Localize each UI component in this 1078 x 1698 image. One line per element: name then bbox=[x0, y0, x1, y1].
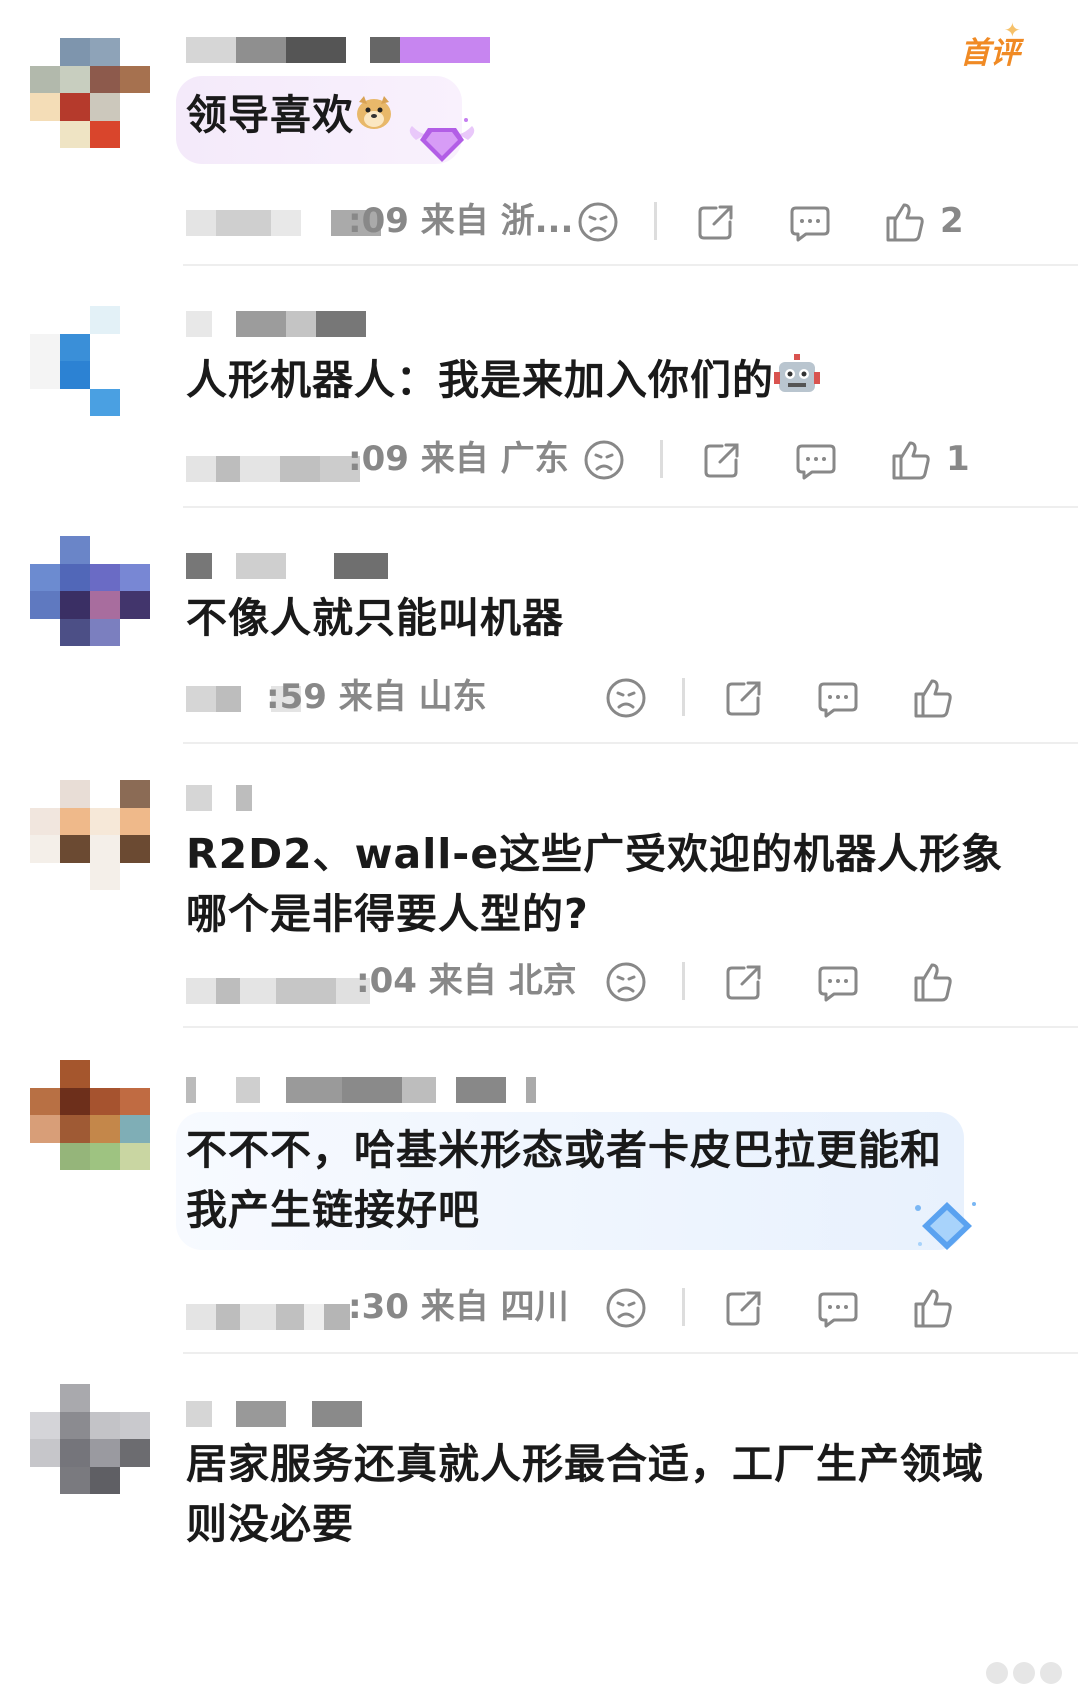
dislike-icon[interactable] bbox=[604, 960, 648, 1004]
like-icon[interactable] bbox=[910, 960, 954, 1004]
timestamp-blurred bbox=[186, 1304, 350, 1330]
username-blurred[interactable] bbox=[186, 1400, 362, 1428]
reply-icon[interactable] bbox=[816, 1286, 860, 1330]
comment-text: 不像人就只能叫机器 bbox=[186, 594, 564, 642]
reply-icon[interactable] bbox=[816, 960, 860, 1004]
diamond-badge-icon bbox=[912, 1196, 982, 1258]
doge-emoji bbox=[354, 88, 394, 148]
username-blurred[interactable] bbox=[186, 1076, 536, 1104]
comment-text: 居家服务还真就人形最合适，工厂生产领域 则没必要 bbox=[186, 1440, 984, 1548]
watermark bbox=[986, 1662, 1062, 1684]
reply-icon[interactable] bbox=[816, 676, 860, 720]
like-icon[interactable] bbox=[882, 200, 926, 244]
timestamp-blurred bbox=[186, 978, 370, 1004]
comment-text: 领导喜欢 bbox=[186, 85, 394, 148]
timestamp: :09 来自 广东 bbox=[348, 439, 569, 479]
share-icon[interactable] bbox=[694, 200, 738, 244]
dislike-icon[interactable] bbox=[582, 438, 626, 482]
comment-meta: :04 来自 北京 bbox=[186, 956, 1056, 1006]
comment-meta: :09 来自 浙... 2 bbox=[186, 196, 1056, 246]
share-icon[interactable] bbox=[700, 438, 744, 482]
timestamp: :09 来自 浙... bbox=[348, 201, 574, 241]
reply-icon[interactable] bbox=[794, 438, 838, 482]
avatar[interactable] bbox=[30, 38, 150, 148]
timestamp-blurred bbox=[186, 456, 360, 482]
avatar[interactable] bbox=[30, 780, 150, 890]
comment-text: 不不不，哈基米形态或者卡皮巴拉更能和 我产生链接好吧 bbox=[186, 1126, 942, 1234]
divider bbox=[183, 1026, 1078, 1028]
like-icon[interactable] bbox=[910, 676, 954, 720]
divider bbox=[183, 506, 1078, 508]
comment-meta: :30 来自 四川 bbox=[186, 1282, 1056, 1332]
timestamp: :30 来自 四川 bbox=[348, 1287, 569, 1327]
avatar[interactable] bbox=[30, 306, 150, 416]
share-icon[interactable] bbox=[722, 1286, 766, 1330]
comment-text: 人形机器人：我是来加入你们的 bbox=[186, 350, 820, 414]
divider bbox=[682, 678, 685, 716]
comment-text: R2D2、wall-e这些广受欢迎的机器人形象 哪个是非得要人型的? bbox=[186, 830, 1004, 938]
dislike-icon[interactable] bbox=[604, 676, 648, 720]
dislike-icon[interactable] bbox=[576, 200, 620, 244]
username-blurred[interactable] bbox=[186, 784, 252, 812]
divider bbox=[654, 202, 657, 240]
timestamp: :59 来自 山东 bbox=[266, 677, 487, 717]
username-blurred[interactable] bbox=[186, 310, 366, 338]
first-comment-badge: 首评 ✦ bbox=[960, 18, 1021, 71]
divider bbox=[183, 1352, 1078, 1354]
avatar[interactable] bbox=[30, 1384, 150, 1494]
divider bbox=[682, 962, 685, 1000]
avatar[interactable] bbox=[30, 1060, 150, 1170]
reply-icon[interactable] bbox=[788, 200, 832, 244]
like-icon[interactable] bbox=[888, 438, 932, 482]
like-icon[interactable] bbox=[910, 1286, 954, 1330]
share-icon[interactable] bbox=[722, 960, 766, 1004]
username-blurred[interactable] bbox=[186, 36, 490, 64]
like-count: 1 bbox=[946, 439, 970, 479]
comment-meta: :59 来自 山东 bbox=[186, 672, 1056, 722]
robot-emoji bbox=[774, 352, 820, 414]
avatar[interactable] bbox=[30, 536, 150, 646]
like-count: 2 bbox=[940, 201, 964, 241]
timestamp: :04 来自 北京 bbox=[356, 961, 577, 1001]
divider bbox=[660, 440, 663, 478]
dislike-icon[interactable] bbox=[604, 1286, 648, 1330]
comment-meta: :09 来自 广东 1 bbox=[186, 434, 1056, 484]
diamond-badge-icon bbox=[406, 112, 478, 172]
divider bbox=[682, 1288, 685, 1326]
divider bbox=[183, 742, 1078, 744]
share-icon[interactable] bbox=[722, 676, 766, 720]
username-blurred[interactable] bbox=[186, 552, 388, 580]
divider bbox=[183, 264, 1078, 266]
sparkle-icon: ✦ bbox=[1004, 18, 1021, 42]
